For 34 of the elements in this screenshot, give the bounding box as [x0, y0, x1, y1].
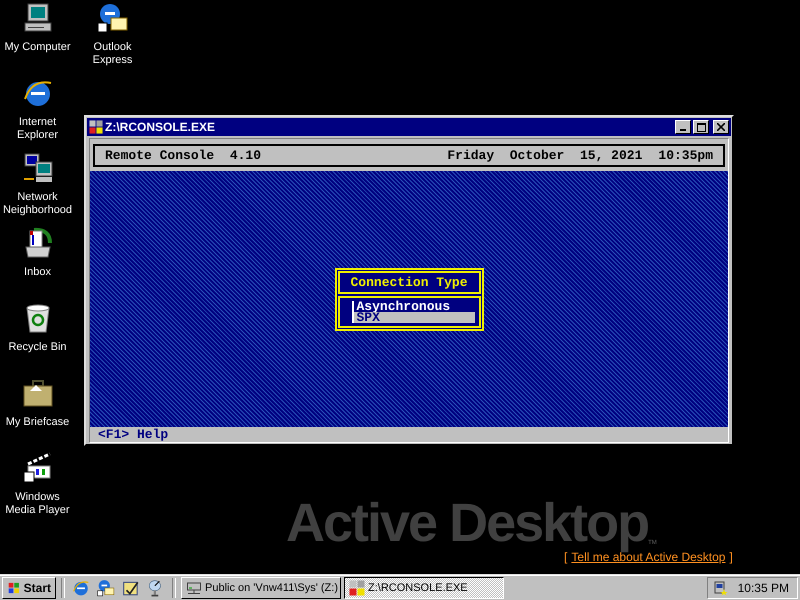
window-title: Z:\RCONSOLE.EXE: [105, 120, 216, 134]
bracket: [: [564, 550, 568, 564]
clock: 10:35 PM: [738, 580, 789, 594]
maximize-button[interactable]: [693, 120, 709, 134]
desktop-icon-label[interactable]: Inbox: [0, 266, 75, 279]
start-button[interactable]: Start: [2, 576, 56, 598]
desktop-icon-label[interactable]: Network Neighborhood: [0, 191, 75, 217]
help-hint: <F1> Help: [98, 427, 168, 442]
task-button[interactable]: Public on 'Vnw411\Sys' (Z:): [181, 576, 341, 598]
close-button[interactable]: [713, 120, 729, 134]
close-icon: [717, 123, 725, 131]
briefcase-icon: [22, 377, 54, 409]
header-date: Friday October 15, 2021: [447, 148, 642, 163]
bracket: ]: [729, 550, 733, 564]
dos-window-icon: [89, 120, 103, 134]
task-button[interactable]: Z:\RCONSOLE.EXE: [344, 576, 504, 598]
header-time: 10:35pm: [658, 148, 713, 163]
desktop-icon-label[interactable]: Windows Media Player: [0, 491, 75, 517]
desktop-icon-label[interactable]: My Briefcase: [0, 416, 75, 429]
network-computers-icon: [22, 152, 54, 184]
desktop-icon-label[interactable]: My Computer: [0, 41, 75, 54]
option-item[interactable]: SPX: [352, 312, 474, 322]
active-desktop-title: Active Desktop: [286, 496, 648, 550]
desktop-icon-label[interactable]: Outlook Express: [75, 41, 150, 67]
computer-star-icon: [712, 580, 728, 596]
clapboard-icon: [22, 452, 54, 484]
desktop-icon-label[interactable]: Recycle Bin: [0, 341, 75, 354]
computer-icon: [22, 2, 54, 34]
minimize-button[interactable]: [675, 120, 691, 134]
dos-window-icon: [349, 580, 365, 596]
desktop-icon-label[interactable]: Internet Explorer: [0, 116, 75, 142]
dialog-title: Connection Type: [338, 270, 480, 294]
maximize-icon: [696, 122, 706, 132]
product-version: Remote Console 4.10: [105, 148, 262, 163]
